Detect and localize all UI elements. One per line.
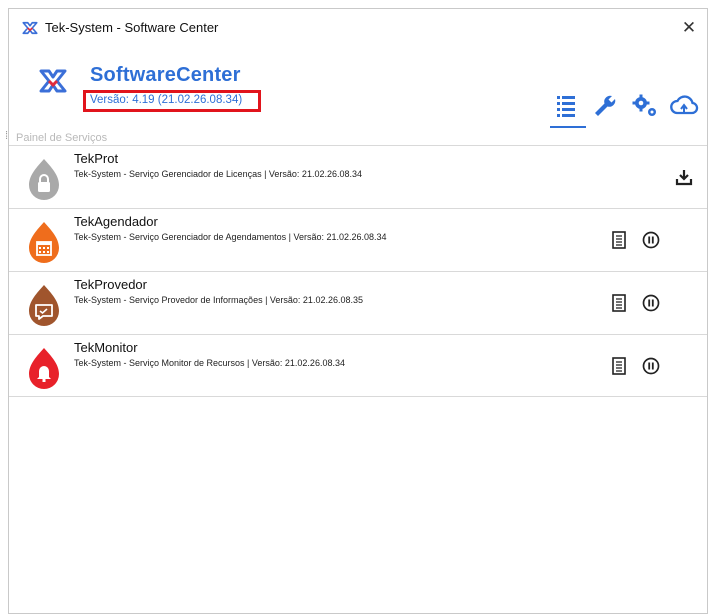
pause-icon[interactable] — [641, 293, 661, 313]
list-icon — [557, 96, 575, 117]
service-name: TekAgendador — [74, 214, 158, 229]
download-icon[interactable] — [674, 167, 694, 187]
close-button[interactable]: ✕ — [677, 17, 701, 39]
services-panel-label: Painel de Serviços — [16, 132, 108, 144]
log-icon[interactable] — [609, 293, 629, 313]
service-row-tekprovedor[interactable]: TekProvedor Tek-System - Serviço Provedo… — [9, 271, 707, 334]
message-icon — [29, 285, 59, 326]
log-icon[interactable] — [609, 356, 629, 376]
pause-icon[interactable] — [641, 356, 661, 376]
wrench-icon — [595, 95, 616, 116]
cloud-sync-button[interactable] — [669, 93, 699, 119]
app-logo-icon — [22, 21, 38, 35]
services-list-button[interactable] — [554, 93, 582, 119]
cloud-sync-icon — [670, 95, 699, 115]
service-row-tekprot[interactable]: TekProt Tek-System - Serviço Gerenciador… — [9, 145, 707, 208]
software-center-window: Tek-System - Software Center ✕ SoftwareC… — [5, 8, 708, 614]
app-version: Versão: 4.19 (21.02.26.08.34) — [90, 94, 243, 106]
service-row-tekagendador[interactable]: TekAgendador Tek-System - Serviço Gerenc… — [9, 208, 707, 271]
pause-icon[interactable] — [641, 230, 661, 250]
bell-icon — [29, 348, 59, 389]
settings-button[interactable] — [632, 93, 660, 119]
service-name: TekProvedor — [74, 277, 147, 292]
tools-button[interactable] — [592, 93, 620, 119]
service-row-tekmonitor[interactable]: TekMonitor Tek-System - Serviço Monitor … — [9, 334, 707, 397]
calendar-icon — [29, 222, 59, 263]
gears-icon — [632, 94, 656, 116]
service-name: TekMonitor — [74, 340, 138, 355]
log-icon[interactable] — [609, 230, 629, 250]
lock-icon — [29, 159, 59, 200]
active-tab-indicator — [550, 126, 586, 128]
service-description: Tek-System - Serviço Gerenciador de Agen… — [74, 232, 387, 242]
softwarecenter-logo-icon — [39, 69, 67, 93]
service-description: Tek-System - Serviço Monitor de Recursos… — [74, 358, 345, 368]
service-name: TekProt — [74, 151, 119, 166]
window-title: Tek-System - Software Center — [45, 20, 219, 35]
service-description: Tek-System - Serviço Gerenciador de Lice… — [74, 169, 362, 179]
service-description: Tek-System - Serviço Provedor de Informa… — [74, 295, 363, 305]
title-bar: Tek-System - Software Center ✕ — [9, 9, 707, 47]
brand-title: SoftwareCenter — [90, 64, 241, 86]
